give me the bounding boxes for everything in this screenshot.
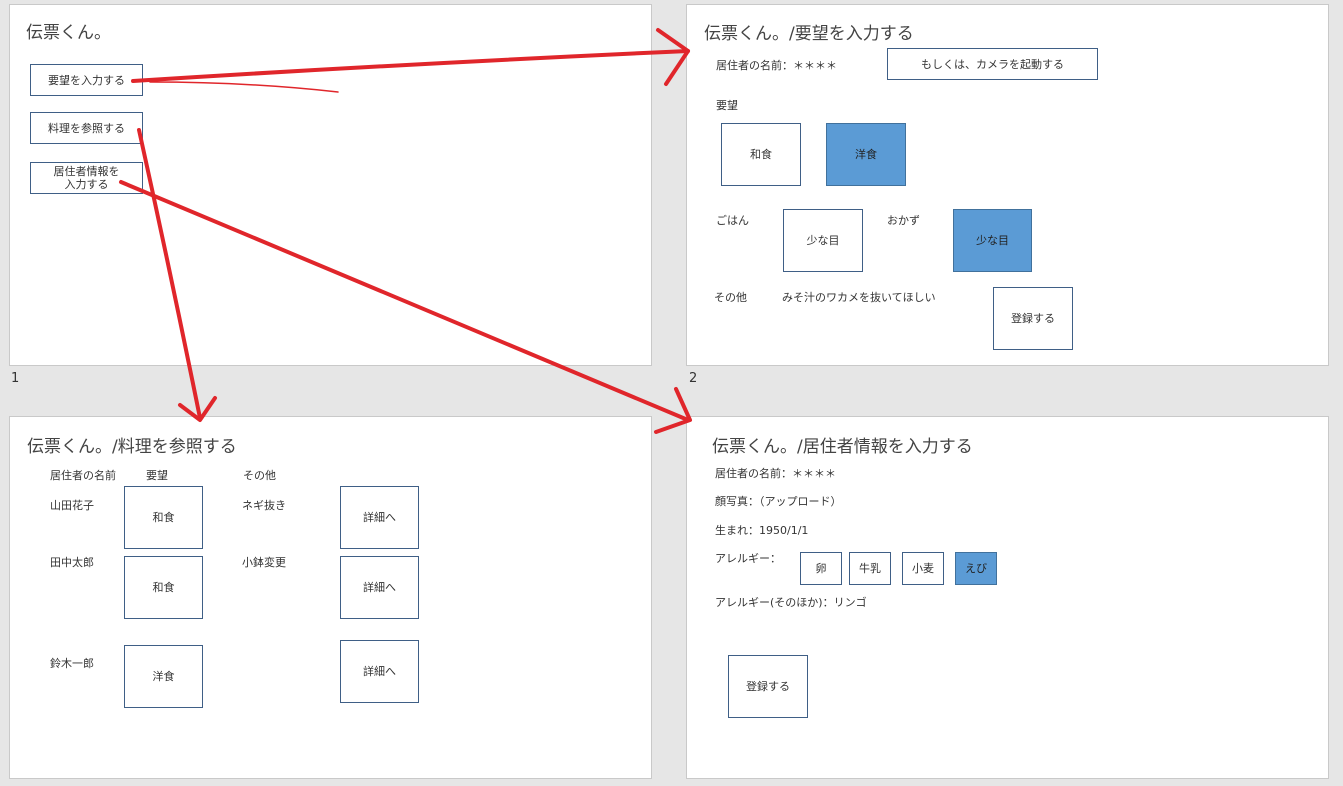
other-label: その他 — [714, 291, 747, 304]
meal-option-japanese[interactable]: 和食 — [721, 123, 801, 186]
row-2-resident-name: 田中太郎 — [50, 556, 94, 569]
birth-date-label: 生まれ：1950/1/1 — [715, 524, 809, 537]
row-1-request: 和食 — [124, 486, 203, 549]
meal-option-western[interactable]: 洋食 — [826, 123, 906, 186]
input-resident-info-button[interactable]: 居住者情報を 入力する — [30, 162, 143, 194]
slide-1-title: 伝票くん。 — [26, 23, 111, 43]
row-1-resident-name: 山田花子 — [50, 499, 94, 512]
input-request-button[interactable]: 要望を入力する — [30, 64, 143, 96]
slide-number-2: 2 — [689, 371, 698, 386]
header-resident-name: 居住者の名前 — [50, 469, 116, 482]
slide-3-title: 伝票くん。/料理を参照する — [27, 437, 237, 457]
row-3-request: 洋食 — [124, 645, 203, 708]
allergy-wheat-option[interactable]: 小麦 — [902, 552, 944, 585]
view-meals-button[interactable]: 料理を参照する — [30, 112, 143, 144]
slide-4-title: 伝票くん。/居住者情報を入力する — [712, 437, 973, 457]
resident-name-label: 居住者の名前：＊＊＊＊ — [716, 59, 837, 72]
allergy-label: アレルギー： — [715, 552, 781, 565]
side-dish-label: おかず — [887, 214, 920, 227]
row-2-detail-button[interactable]: 詳細へ — [340, 556, 419, 619]
row-1-other: ネギ抜き — [242, 499, 286, 512]
row-2-other: 小鉢変更 — [242, 556, 286, 569]
row-1-detail-button[interactable]: 詳細へ — [340, 486, 419, 549]
other-request-text: みそ汁のワカメを抜いてほしい — [782, 291, 936, 304]
row-3-resident-name: 鈴木一郎 — [50, 657, 94, 670]
row-3-detail-button[interactable]: 詳細へ — [340, 640, 419, 703]
register-request-button[interactable]: 登録する — [993, 287, 1073, 350]
slide-4-resident-info: 伝票くん。/居住者情報を入力する 居住者の名前：＊＊＊＊ 顔写真：（アップロード… — [686, 416, 1329, 779]
side-dish-less-option[interactable]: 少な目 — [953, 209, 1032, 272]
slide-2-request-input: 伝票くん。/要望を入力する 居住者の名前：＊＊＊＊ もしくは、カメラを起動する … — [686, 4, 1329, 366]
slide-1-home: 伝票くん。 要望を入力する 料理を参照する 居住者情報を 入力する — [9, 4, 652, 366]
request-label: 要望 — [716, 99, 738, 112]
resident-name-label: 居住者の名前：＊＊＊＊ — [715, 467, 836, 480]
row-2-request: 和食 — [124, 556, 203, 619]
allergy-egg-option[interactable]: 卵 — [800, 552, 842, 585]
rice-label: ごはん — [716, 214, 749, 227]
header-request: 要望 — [146, 469, 168, 482]
arrow-to-resident-info-head — [654, 387, 692, 434]
slide-3-meal-reference: 伝票くん。/料理を参照する 居住者の名前 要望 その他 山田花子 和食 ネギ抜き… — [9, 416, 652, 779]
face-photo-label: 顔写真：（アップロード） — [715, 495, 842, 508]
register-resident-button[interactable]: 登録する — [728, 655, 808, 718]
launch-camera-button[interactable]: もしくは、カメラを起動する — [887, 48, 1098, 80]
allergy-milk-option[interactable]: 牛乳 — [849, 552, 891, 585]
rice-less-option[interactable]: 少な目 — [783, 209, 863, 272]
arrow-to-request-input-head — [656, 28, 690, 86]
slide-2-title: 伝票くん。/要望を入力する — [704, 24, 914, 44]
slide-number-1: 1 — [11, 371, 20, 386]
header-other: その他 — [243, 469, 276, 482]
allergy-shrimp-option[interactable]: えび — [955, 552, 997, 585]
other-allergy-label: アレルギー(そのほか)：リンゴ — [715, 596, 867, 609]
